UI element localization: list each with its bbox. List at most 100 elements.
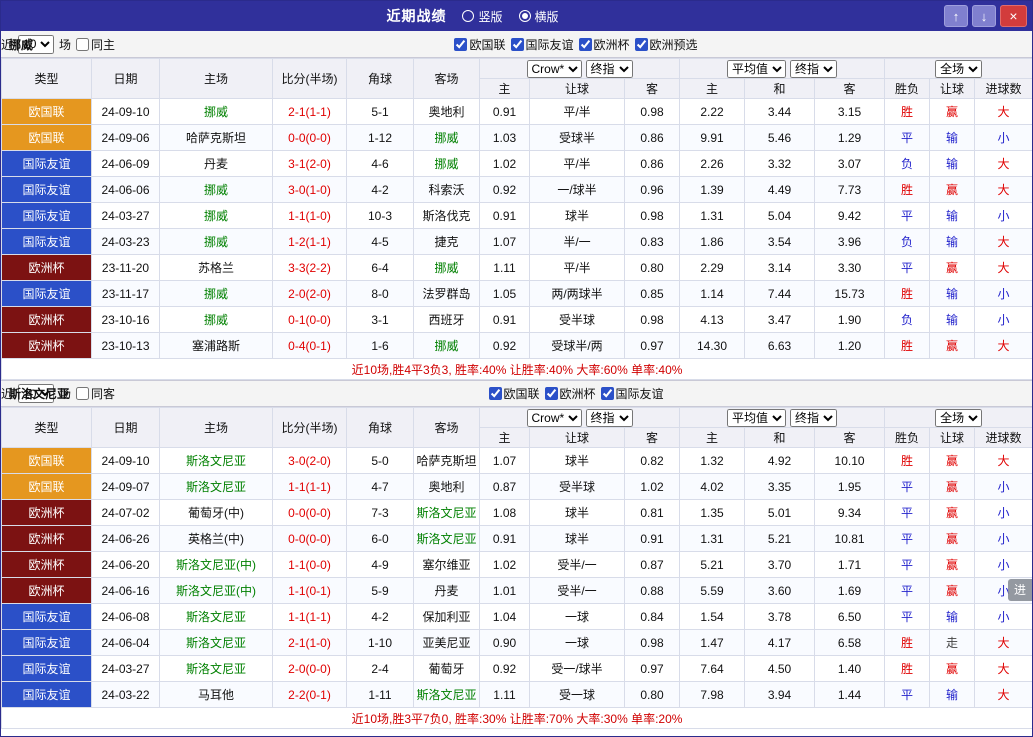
result-handicap: 输 xyxy=(929,202,976,229)
team-name: 挪威 xyxy=(9,37,34,52)
match-score: 0-0(0-0) xyxy=(272,124,347,151)
matches-table-norway: 类型 日期 主场 比分(半场) 角球 客场 Crow* 终指 平均值 终指 全场… xyxy=(1,58,1032,380)
result-handicap: 输 xyxy=(929,681,976,708)
handicap-line: 受一球 xyxy=(529,681,625,708)
result-outcome: 胜 xyxy=(884,655,931,682)
league-checkbox[interactable] xyxy=(544,387,558,400)
float-button[interactable]: 进 xyxy=(1007,579,1032,601)
away-team: 奥地利 xyxy=(413,473,480,500)
home-team: 英格兰(中) xyxy=(159,525,273,552)
away-team: 法罗群岛 xyxy=(413,280,480,307)
league-checkbox[interactable] xyxy=(578,37,592,51)
average-odds-type-select[interactable]: 终指 xyxy=(790,408,838,427)
away-team: 斯洛文尼亚 xyxy=(413,499,480,526)
fulltime-select[interactable]: 全场 xyxy=(935,408,983,427)
topbar: 近期战绩 竖版 横版 ↑ ↓ × xyxy=(1,1,1032,31)
match-type-badge: 国际友谊 xyxy=(1,280,92,307)
handicap-odds-away: 0.97 xyxy=(623,655,681,682)
average-select[interactable]: 平均值 xyxy=(727,59,787,78)
league-checkbox[interactable] xyxy=(600,387,614,400)
table-header-groups: 类型 日期 主场 比分(半场) 角球 客场 Crow* 终指 平均值 终指 全场 xyxy=(1,407,1032,448)
away-team: 西班牙 xyxy=(413,306,480,333)
match-type-badge: 欧洲杯 xyxy=(1,254,92,281)
col-avg-home: 主 xyxy=(679,427,746,448)
handicap-odds-home: 0.92 xyxy=(479,332,530,359)
handicap-line: 受一/球半 xyxy=(529,655,625,682)
match-score: 2-0(2-0) xyxy=(272,280,347,307)
match-type-badge: 国际友谊 xyxy=(1,681,92,708)
match-type-badge: 欧洲杯 xyxy=(1,577,92,604)
same-venue-checkbox[interactable] xyxy=(76,387,90,400)
avg-odds-away: 3.07 xyxy=(814,150,886,177)
same-venue-checkbox[interactable] xyxy=(76,37,90,51)
handicap-odds-away: 0.85 xyxy=(623,280,681,307)
avg-odds-away: 9.34 xyxy=(814,499,886,526)
corner-score: 4-6 xyxy=(346,150,414,177)
handicap-odds-type-select[interactable]: 终指 xyxy=(585,59,633,78)
col-result-goals: 进球数 xyxy=(974,427,1032,448)
match-score: 3-0(1-0) xyxy=(272,176,347,203)
handicap-odds-type-select[interactable]: 终指 xyxy=(585,408,633,427)
scroll-down-button[interactable]: ↓ xyxy=(972,5,996,27)
scroll-up-button[interactable]: ↑ xyxy=(944,5,968,27)
handicap-odds-away: 0.80 xyxy=(623,254,681,281)
fulltime-select[interactable]: 全场 xyxy=(935,59,983,78)
league-filter[interactable]: 国际友谊 xyxy=(510,36,574,53)
match-date: 24-06-08 xyxy=(91,603,160,630)
away-team: 挪威 xyxy=(413,124,480,151)
league-filter[interactable]: 欧洲杯 xyxy=(578,36,630,53)
handicap-odds-home: 1.08 xyxy=(479,499,530,526)
handicap-line: 一球 xyxy=(529,603,625,630)
match-type-badge: 国际友谊 xyxy=(1,228,92,255)
league-filter[interactable]: 国际友谊 xyxy=(600,385,664,402)
section-header-slovenia: 斯洛文尼亚 近 10 场 同客 欧国联 欧洲杯 国际友谊 xyxy=(1,380,1032,407)
league-filter[interactable]: 欧洲杯 xyxy=(544,385,596,402)
league-checkbox[interactable] xyxy=(510,37,524,51)
handicap-odds-home: 0.92 xyxy=(479,176,530,203)
league-filter[interactable]: 欧国联 xyxy=(488,385,540,402)
avg-odds-away: 1.40 xyxy=(814,655,886,682)
league-checkbox[interactable] xyxy=(634,37,648,51)
result-outcome: 平 xyxy=(884,473,931,500)
layout-radio-horizontal[interactable]: 横版 xyxy=(518,8,559,25)
league-label: 欧国联 xyxy=(469,37,506,52)
match-score: 1-1(1-0) xyxy=(272,202,347,229)
same-venue-label: 同客 xyxy=(91,387,116,401)
result-handicap: 赢 xyxy=(929,447,976,474)
average-odds-type-select[interactable]: 终指 xyxy=(790,59,838,78)
bookmaker-select[interactable]: Crow* xyxy=(526,59,582,78)
league-checkbox[interactable] xyxy=(488,387,502,400)
result-handicap: 赢 xyxy=(929,473,976,500)
handicap-odds-away: 0.98 xyxy=(623,202,681,229)
handicap-odds-away: 0.81 xyxy=(623,499,681,526)
league-filter[interactable]: 欧洲预选 xyxy=(634,36,698,53)
handicap-odds-home: 0.91 xyxy=(479,98,530,125)
close-button[interactable]: × xyxy=(1000,5,1027,27)
result-goals: 大 xyxy=(974,447,1032,474)
handicap-line: 平/半 xyxy=(529,98,625,125)
match-row: 欧洲杯 23-11-20 苏格兰 3-3(2-2) 6-4 挪威 1.11 平/半 0.80 2.… xyxy=(1,254,1032,281)
result-outcome: 平 xyxy=(884,124,931,151)
recent-results-window: 近期战绩 竖版 横版 ↑ ↓ × 挪威 近 10 场 同主 欧国联 国际友谊 欧… xyxy=(0,0,1033,737)
layout-radio-vertical[interactable]: 竖版 xyxy=(462,8,503,25)
result-handicap: 赢 xyxy=(929,655,976,682)
col-odds-home: 主 xyxy=(479,78,530,99)
corner-score: 4-2 xyxy=(346,176,414,203)
handicap-odds-away: 0.82 xyxy=(623,447,681,474)
avg-odds-draw: 3.47 xyxy=(744,306,816,333)
bookmaker-select[interactable]: Crow* xyxy=(526,408,582,427)
same-venue-filter[interactable]: 同主 xyxy=(76,36,115,53)
handicap-odds-away: 1.02 xyxy=(623,473,681,500)
league-filter[interactable]: 欧国联 xyxy=(454,36,506,53)
avg-odds-away: 1.20 xyxy=(814,332,886,359)
same-venue-filter[interactable]: 同客 xyxy=(76,385,115,402)
handicap-odds-home: 1.07 xyxy=(479,447,530,474)
corner-score: 1-11 xyxy=(346,681,414,708)
col-result-outcome: 胜负 xyxy=(884,427,931,448)
result-outcome: 平 xyxy=(884,202,931,229)
avg-odds-draw: 4.50 xyxy=(744,655,816,682)
league-checkbox[interactable] xyxy=(454,37,468,51)
average-select[interactable]: 平均值 xyxy=(727,408,787,427)
match-date: 23-10-13 xyxy=(91,332,160,359)
handicap-odds-home: 1.03 xyxy=(479,124,530,151)
